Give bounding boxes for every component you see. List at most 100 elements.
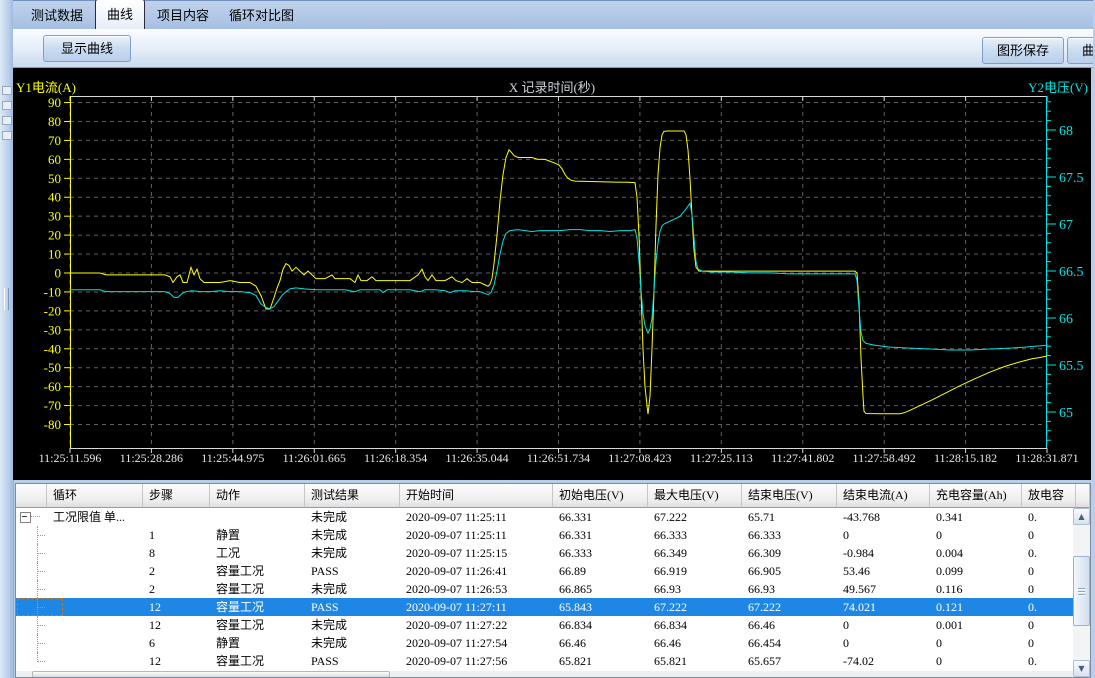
svg-text:-50: -50 <box>44 360 61 375</box>
table-cell: 静置 <box>210 526 305 544</box>
chart-plot: 9080706050403020100-10-20-30-40-50-60-70… <box>13 68 1091 480</box>
table-cell: 0 <box>930 526 1022 544</box>
table-row[interactable]: 6静置未完成2020-09-07 11:27:5466.4666.4666.45… <box>16 634 1090 652</box>
table-cell: 0.099 <box>930 562 1022 580</box>
table-row[interactable]: 12容量工况未完成2020-09-07 11:27:2266.83466.834… <box>16 616 1090 634</box>
column-header[interactable]: 充电容量(Ah) <box>930 484 1022 508</box>
table-row[interactable]: 2容量工况PASS2020-09-07 11:26:4166.8966.9196… <box>16 562 1090 580</box>
tab-cycle-compare[interactable]: 循环对比图 <box>219 2 304 29</box>
table-row[interactable]: 1静置未完成2020-09-07 11:25:1166.33166.33366.… <box>16 526 1090 544</box>
column-header[interactable]: 最大电压(V) <box>648 484 742 508</box>
column-header[interactable]: 循环 <box>47 484 143 508</box>
table-cell: 0.004 <box>930 544 1022 562</box>
tree-connector <box>37 544 45 554</box>
table-cell: PASS <box>305 598 400 616</box>
vertical-scrollbar[interactable]: ▲ ▼ <box>1073 508 1090 677</box>
table-cell: -43.768 <box>837 508 930 526</box>
table-cell: 2020-09-07 11:27:56 <box>400 652 553 670</box>
table-cell <box>47 562 143 580</box>
svg-text:65: 65 <box>1059 406 1073 421</box>
table-cell: 0 <box>930 634 1022 652</box>
column-header[interactable] <box>16 484 47 508</box>
table-cell <box>47 526 143 544</box>
column-header[interactable]: 结束电流(A) <box>837 484 930 508</box>
scrollbar-thumb[interactable] <box>1073 556 1090 626</box>
table-cell: PASS <box>305 562 400 580</box>
hscrollbar-thumb[interactable] <box>32 671 390 678</box>
table-cell: 66.454 <box>742 634 837 652</box>
table-cell: 未完成 <box>305 616 400 634</box>
table-cell: 0. <box>1022 652 1076 670</box>
svg-text:50: 50 <box>48 171 61 186</box>
column-header-filler <box>1076 484 1090 508</box>
column-header[interactable]: 动作 <box>210 484 305 508</box>
tree-connector <box>37 589 38 598</box>
chart-panel: Y1电流(A) X 记录时间(秒) Y2电压(V) 90807060504030… <box>13 68 1091 480</box>
table-cell: 容量工况 <box>210 598 305 616</box>
table-cell: 53.46 <box>837 562 930 580</box>
column-header[interactable]: 步骤 <box>143 484 210 508</box>
table-cell <box>210 508 305 526</box>
table-cell: -0.984 <box>837 544 930 562</box>
table-row[interactable]: 12容量工况PASS2020-09-07 11:27:5665.82165.82… <box>16 652 1090 670</box>
table-cell: 未完成 <box>305 580 400 598</box>
tree-connector <box>31 516 40 517</box>
table-cell: 0 <box>1022 526 1076 544</box>
column-header[interactable]: 放电容 <box>1022 484 1076 508</box>
table-cell: 49.567 <box>837 580 930 598</box>
column-header[interactable]: 结束电压(V) <box>742 484 837 508</box>
table-cell: 66.919 <box>648 562 742 580</box>
table-cell: 2020-09-07 11:25:11 <box>400 526 553 544</box>
column-header[interactable]: 开始时间 <box>400 484 553 508</box>
splitter-grip-icon[interactable] <box>4 288 9 310</box>
show-curve-button[interactable]: 显示曲线 <box>43 35 131 62</box>
table-cell: 0 <box>1022 616 1076 634</box>
table-cell: 8 <box>143 544 210 562</box>
table-row[interactable]: 8工况未完成2020-09-07 11:25:1566.33366.34966.… <box>16 544 1090 562</box>
table-cell: 66.93 <box>742 580 837 598</box>
tree-connector <box>37 553 38 562</box>
column-header[interactable]: 初始电压(V) <box>553 484 648 508</box>
table-row[interactable]: 2容量工况未完成2020-09-07 11:26:5366.86566.9366… <box>16 580 1090 598</box>
table-cell: 未完成 <box>305 544 400 562</box>
table-cell: 0 <box>1022 580 1076 598</box>
table-cell: 2020-09-07 11:27:22 <box>400 616 553 634</box>
table-cell: 74.021 <box>837 598 930 616</box>
tab-curve[interactable]: 曲线 <box>95 0 145 29</box>
table-cell: 2 <box>143 580 210 598</box>
table-cell: 66.89 <box>553 562 648 580</box>
table-cell: 12 <box>143 616 210 634</box>
table-cell: 2 <box>143 562 210 580</box>
svg-text:67: 67 <box>1059 218 1073 233</box>
save-graph-button[interactable]: 图形保存 <box>982 37 1064 64</box>
table-cell: 66.46 <box>553 634 648 652</box>
scroll-down-icon[interactable]: ▼ <box>1073 660 1090 677</box>
tree-connector <box>37 571 38 580</box>
tree-connector <box>37 625 38 634</box>
collapse-minus-icon[interactable] <box>20 512 31 523</box>
svg-text:68: 68 <box>1059 124 1073 139</box>
table-row[interactable]: 工况限值 单...未完成2020-09-07 11:25:1166.33167.… <box>16 508 1090 526</box>
table-cell: 0.341 <box>930 508 1022 526</box>
table-row[interactable]: 12容量工况PASS2020-09-07 11:27:1165.84367.22… <box>16 598 1090 616</box>
column-header[interactable]: 测试结果 <box>305 484 400 508</box>
table-cell: 66.46 <box>742 616 837 634</box>
table-cell: 未完成 <box>305 526 400 544</box>
tab-test-data[interactable]: 测试数据 <box>21 2 93 29</box>
table-cell: 0.116 <box>930 580 1022 598</box>
collapsed-side-panel[interactable] <box>0 0 14 678</box>
horizontal-scrollbar[interactable] <box>16 671 1073 678</box>
table-cell: 67.222 <box>648 508 742 526</box>
table-cell: 67.222 <box>648 598 742 616</box>
table-cell: 66.834 <box>553 616 648 634</box>
tab-project-content[interactable]: 项目内容 <box>147 2 219 29</box>
thumb-grip-icon <box>1078 588 1085 589</box>
svg-text:20: 20 <box>48 228 61 243</box>
tree-connector <box>37 526 45 536</box>
table-cell: 2020-09-07 11:27:11 <box>400 598 553 616</box>
x-tick-label: 11:28:31.871 <box>999 451 1093 466</box>
svg-text:65.5: 65.5 <box>1059 359 1084 374</box>
table-cell: 12 <box>143 598 210 616</box>
scroll-up-icon[interactable]: ▲ <box>1073 508 1090 525</box>
clipped-curve-button[interactable]: 曲 <box>1067 37 1093 64</box>
